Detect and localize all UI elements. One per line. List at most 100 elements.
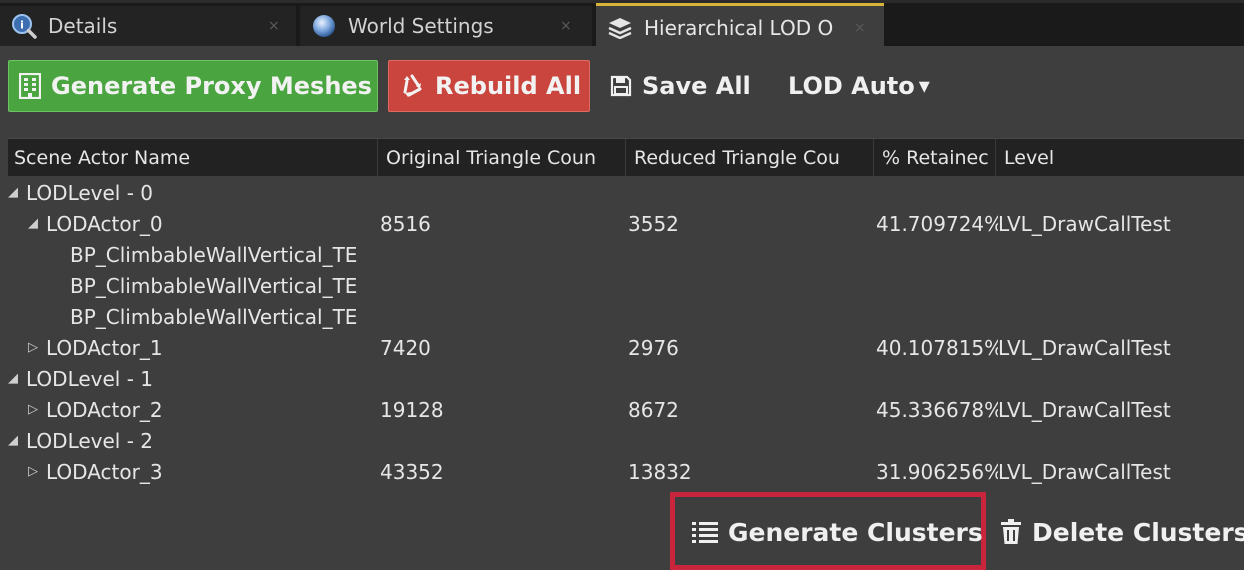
tab-details-label: Details xyxy=(48,14,118,38)
collapsed-arrow-icon[interactable]: ▷ xyxy=(28,457,46,487)
cell-original-triangle-count xyxy=(380,178,626,209)
cell-level xyxy=(998,426,1244,457)
tree-row-lod-level[interactable]: ◢ LODLevel - 2 xyxy=(8,426,1244,457)
cell-scene-actor-name: ▷ LODActor_3 xyxy=(8,457,380,488)
tree-row-lod-level[interactable]: ◢ LODLevel - 1 xyxy=(8,364,1244,395)
trash-icon xyxy=(1000,519,1022,545)
column-header-percent-retained[interactable]: % Retainec xyxy=(876,139,996,177)
tab-hierarchical-lod[interactable]: Hierarchical LOD O × xyxy=(596,3,884,49)
cell-original-triangle-count xyxy=(380,426,626,457)
table-body: ◢ LODLevel - 0 ◢ LODActor_0 8516 3552 41.70972… xyxy=(8,178,1244,488)
cell-reduced-triangle-count xyxy=(628,271,874,302)
row-name-label: LODLevel - 1 xyxy=(26,367,154,391)
delete-clusters-button[interactable]: Delete Clusters xyxy=(1000,510,1244,554)
tree-row-lod-actor[interactable]: ▷ LODActor_1 7420 2976 40.107815% LVL_DrawCal… xyxy=(8,333,1244,364)
cell-reduced-triangle-count: 3552 xyxy=(628,212,679,236)
tree-row-lod-actor[interactable]: ▷ LODActor_2 19128 8672 45.336678% LVL_DrawCa… xyxy=(8,395,1244,426)
generate-clusters-label: Generate Clusters xyxy=(728,517,983,547)
tree-row-lod-actor[interactable]: ◢ LODActor_0 8516 3552 41.709724% LVL_DrawCal… xyxy=(8,209,1244,240)
save-all-button[interactable]: Save All xyxy=(604,60,764,112)
row-name-label: LODLevel - 2 xyxy=(26,429,154,453)
tab-hierarchical-lod-label: Hierarchical LOD O xyxy=(644,15,834,40)
generate-clusters-button[interactable]: Generate Clusters xyxy=(692,510,983,554)
cell-reduced-triangle-count xyxy=(628,178,874,209)
cell-level xyxy=(998,271,1244,302)
cell-percent-retained xyxy=(876,178,998,209)
lod-auto-label: LOD Auto xyxy=(788,72,915,100)
cell-reduced-triangle-count: 8672 xyxy=(628,398,679,422)
column-header-reduced-triangle-count[interactable]: Reduced Triangle Cou xyxy=(628,139,874,177)
cell-percent-retained xyxy=(876,364,998,395)
cell-percent-retained: 41.709724% xyxy=(876,212,998,236)
cell-percent-retained: 45.336678% xyxy=(876,398,998,422)
cell-level xyxy=(998,364,1244,395)
generate-proxy-meshes-button[interactable]: Generate Proxy Meshes xyxy=(8,60,378,112)
delete-clusters-label: Delete Clusters xyxy=(1032,517,1244,547)
cell-level xyxy=(998,240,1244,271)
expanded-arrow-icon[interactable]: ◢ xyxy=(8,426,26,456)
cell-percent-retained xyxy=(876,302,998,333)
cell-scene-actor-name: ◢ LODLevel - 0 xyxy=(8,178,380,209)
cell-reduced-triangle-count: 13832 xyxy=(628,460,692,484)
globe-icon xyxy=(310,12,338,40)
column-header-level[interactable]: Level xyxy=(998,139,1244,177)
cell-percent-retained xyxy=(876,271,998,302)
lod-auto-dropdown[interactable]: LOD Auto ▾ xyxy=(782,60,952,112)
tree-row-scene-actor[interactable]: BP_ClimbableWallVertical_TE xyxy=(8,271,1244,302)
cell-original-triangle-count xyxy=(380,364,626,395)
tab-world-settings[interactable]: World Settings × xyxy=(300,6,592,46)
cell-reduced-triangle-count xyxy=(628,364,874,395)
cell-level xyxy=(998,302,1244,333)
cell-scene-actor-name: ◢ LODLevel - 1 xyxy=(8,364,380,395)
tab-hierarchical-lod-close-icon[interactable]: × xyxy=(854,20,866,36)
cell-scene-actor-name: ▷ LODActor_2 xyxy=(8,395,380,426)
cell-scene-actor-name: BP_ClimbableWallVertical_TE xyxy=(8,271,380,302)
expanded-arrow-icon[interactable]: ◢ xyxy=(8,178,26,208)
row-name-label: BP_ClimbableWallVertical_TE xyxy=(70,243,358,267)
row-name-label: LODActor_3 xyxy=(46,460,163,484)
tab-world-settings-close-icon[interactable]: × xyxy=(560,18,572,34)
expanded-arrow-icon[interactable]: ◢ xyxy=(8,364,26,394)
row-name-label: LODActor_0 xyxy=(46,212,163,236)
expanded-arrow-icon[interactable]: ◢ xyxy=(28,209,46,239)
cell-level: LVL_DrawCallTest xyxy=(998,398,1171,422)
list-icon xyxy=(692,521,718,543)
row-name-label: LODActor_1 xyxy=(46,336,163,360)
rebuild-all-button[interactable]: Rebuild All xyxy=(388,60,590,112)
cell-original-triangle-count xyxy=(380,271,626,302)
cell-original-triangle-count xyxy=(380,302,626,333)
tab-bar: i Details × World Settings × Hierarchica… xyxy=(0,0,1244,49)
column-header-original-triangle-count[interactable]: Original Triangle Coun xyxy=(380,139,626,177)
cell-reduced-triangle-count xyxy=(628,302,874,333)
cell-original-triangle-count: 7420 xyxy=(380,336,431,360)
cell-percent-retained: 40.107815% xyxy=(876,336,998,360)
tree-row-lod-actor[interactable]: ▷ LODActor_3 43352 13832 31.906256% LVL_DrawC… xyxy=(8,457,1244,488)
cell-scene-actor-name: ◢ LODActor_0 xyxy=(8,209,380,240)
cell-level: LVL_DrawCallTest xyxy=(998,212,1171,236)
collapsed-arrow-icon[interactable]: ▷ xyxy=(28,395,46,425)
collapsed-arrow-icon[interactable]: ▷ xyxy=(28,333,46,363)
tab-details[interactable]: i Details × xyxy=(0,6,296,46)
cell-level xyxy=(998,178,1244,209)
cell-original-triangle-count: 8516 xyxy=(380,212,431,236)
tree-row-scene-actor[interactable]: BP_ClimbableWallVertical_TE xyxy=(8,240,1244,271)
cell-scene-actor-name: ▷ LODActor_1 xyxy=(8,333,380,364)
tree-row-scene-actor[interactable]: BP_ClimbableWallVertical_TE xyxy=(8,302,1244,333)
tree-row-lod-level[interactable]: ◢ LODLevel - 0 xyxy=(8,178,1244,209)
hlod-toolbar: Generate Proxy Meshes Rebuild All Save A… xyxy=(0,46,1244,130)
cell-percent-retained: 31.906256% xyxy=(876,460,998,484)
tab-details-close-icon[interactable]: × xyxy=(268,18,280,34)
cluster-actions-bar: Generate Clusters Delete Clusters xyxy=(0,490,1244,570)
row-name-label: BP_ClimbableWallVertical_TE xyxy=(70,274,358,298)
row-name-label: BP_ClimbableWallVertical_TE xyxy=(70,305,358,329)
details-magnifier-icon: i xyxy=(10,12,38,40)
cell-percent-retained xyxy=(876,426,998,457)
cell-original-triangle-count: 43352 xyxy=(380,460,444,484)
cell-reduced-triangle-count xyxy=(628,426,874,457)
table-header: Scene Actor Name Original Triangle Coun … xyxy=(8,138,1244,177)
building-icon xyxy=(19,73,41,99)
layers-icon xyxy=(606,14,634,42)
chevron-down-icon: ▾ xyxy=(918,73,930,99)
column-header-scene-actor-name[interactable]: Scene Actor Name xyxy=(8,139,378,177)
row-name-label: LODLevel - 0 xyxy=(26,181,154,205)
